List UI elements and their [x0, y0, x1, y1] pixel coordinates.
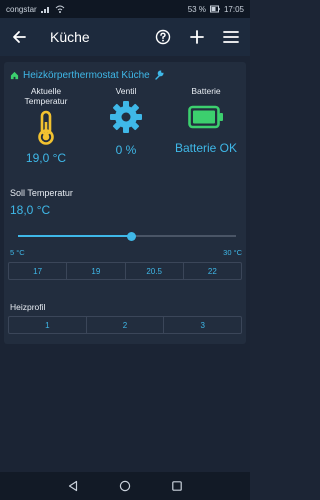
- battery-full-icon: [188, 105, 223, 129]
- slider-max-label: 30 °C: [223, 248, 242, 257]
- battery-status-icon: [209, 5, 220, 13]
- slider-thumb[interactable]: [126, 231, 136, 241]
- preset-button[interactable]: 22: [184, 263, 241, 279]
- heating-profile-group: 1 2 3: [8, 316, 242, 334]
- carrier-label: congstar: [6, 4, 37, 14]
- slider-fill: [18, 235, 132, 237]
- menu-button[interactable]: [220, 26, 242, 48]
- menu-icon: [223, 31, 239, 43]
- valve-label: Ventil: [115, 86, 137, 96]
- valve-widget: Ventil 0 %: [88, 86, 164, 157]
- current-temperature-widget: Aktuelle Temperatur 19,0 °C: [8, 86, 84, 165]
- preset-button[interactable]: 20.5: [126, 263, 184, 279]
- plus-icon: [190, 30, 204, 44]
- main-content: Heizkörperthermostat Küche Aktuelle Temp…: [0, 56, 250, 480]
- clock: 17:05: [223, 4, 244, 14]
- battery-percent: 53 %: [187, 4, 206, 14]
- setpoint-value: 18,0 °C: [10, 203, 51, 217]
- back-button[interactable]: [8, 26, 30, 48]
- current-temperature-value: 19,0 °C: [25, 151, 67, 165]
- preset-temperature-group: 17 19 20.5 22: [8, 262, 242, 280]
- device-name: Heizkörperthermostat Küche: [23, 69, 150, 81]
- heating-profile-label: Heizprofil: [10, 302, 46, 312]
- preset-button[interactable]: 19: [67, 263, 126, 279]
- profile-button[interactable]: 1: [9, 317, 87, 333]
- battery-label: Batterie: [191, 86, 221, 96]
- profile-button[interactable]: 3: [164, 317, 241, 333]
- signal-icon: [40, 7, 49, 13]
- battery-widget: Batterie Batterie OK: [168, 86, 244, 155]
- page-title: Küche: [50, 29, 90, 45]
- card-header[interactable]: Heizkörperthermostat Küche: [10, 68, 164, 82]
- status-bar: congstar 53 % 17:05: [0, 0, 250, 18]
- help-button[interactable]: [152, 26, 174, 48]
- current-temperature-label: Aktuelle Temperatur: [24, 86, 68, 106]
- battery-value: Batterie OK: [174, 141, 238, 155]
- arrow-left-icon: [13, 31, 26, 43]
- home-icon: [10, 71, 19, 79]
- add-button[interactable]: [186, 26, 208, 48]
- profile-button[interactable]: 2: [87, 317, 165, 333]
- gear-icon: [110, 101, 142, 133]
- wifi-icon: [55, 5, 65, 13]
- thermometer-icon: [38, 110, 54, 145]
- system-nav-bar: [0, 472, 250, 500]
- valve-value: 0 %: [115, 143, 137, 157]
- setpoint-slider[interactable]: [18, 231, 236, 241]
- slider-min-label: 5 °C: [10, 248, 25, 257]
- preset-button[interactable]: 17: [9, 263, 68, 279]
- help-icon: [155, 29, 171, 45]
- setpoint-label: Soll Temperatur: [10, 188, 73, 198]
- app-bar: Küche: [0, 18, 250, 56]
- nav-recents-icon[interactable]: [171, 480, 183, 492]
- nav-back-icon[interactable]: [67, 480, 79, 492]
- wrench-icon[interactable]: [154, 70, 164, 80]
- nav-home-icon[interactable]: [119, 480, 131, 492]
- thermostat-card: Heizkörperthermostat Küche Aktuelle Temp…: [4, 62, 246, 344]
